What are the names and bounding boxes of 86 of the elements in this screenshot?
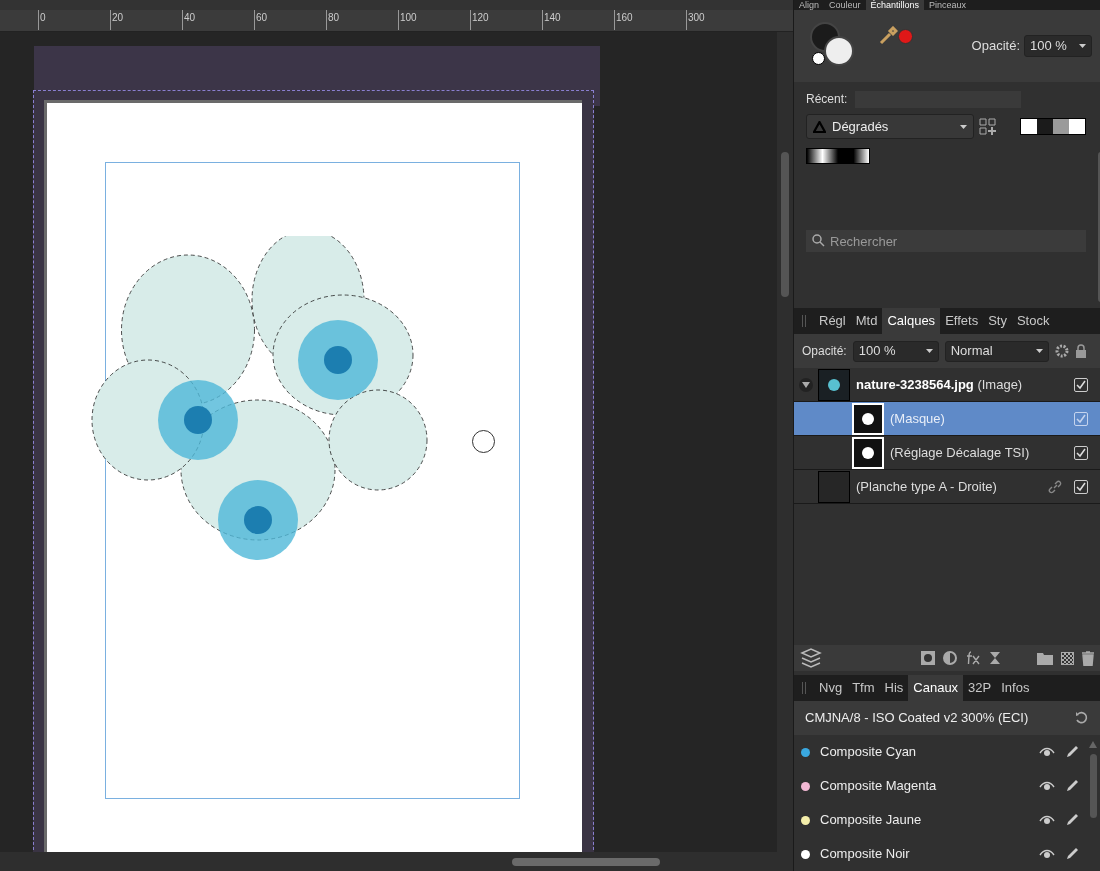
add-palette-icon[interactable] [979, 118, 996, 135]
ruler-label: 100 [398, 10, 470, 30]
ruler-label: 60 [254, 10, 326, 30]
ruler-label: 40 [182, 10, 254, 30]
recent-label: Récent: [806, 91, 848, 108]
ruler-label: 20 [110, 10, 182, 30]
channel-name: Composite Jaune [820, 811, 923, 830]
image-thumbnail [818, 368, 850, 401]
ruler-label: 80 [326, 10, 398, 30]
caret-icon [1035, 349, 1043, 353]
pencil-icon[interactable] [1065, 779, 1079, 793]
panel-tab[interactable]: Échantillons [865, 0, 925, 10]
visibility-checkbox[interactable] [1074, 445, 1088, 460]
mask-thumbnail [852, 402, 884, 435]
caret-icon [1079, 44, 1086, 48]
panel-tab[interactable]: Sty [983, 308, 1012, 334]
eyedropper-icon[interactable] [878, 26, 898, 46]
triangle-icon [813, 120, 826, 133]
visibility-checkbox[interactable] [1074, 411, 1088, 426]
artboard-thumbnail [818, 470, 850, 503]
caret-icon [960, 124, 967, 129]
layer-name: (Masque) [890, 409, 946, 428]
gradient-swatches[interactable] [806, 148, 870, 164]
ruler-label: 140 [542, 10, 614, 30]
layer-name: nature-3238564.jpg (Image) [856, 375, 1024, 394]
panel-tab[interactable]: Stock [1011, 308, 1055, 334]
panel-tab[interactable]: Canaux [908, 675, 964, 701]
panel-tab[interactable]: Tfm [847, 675, 880, 701]
ruler-label: 300 [686, 10, 758, 30]
channel-name: Composite Noir [820, 845, 911, 864]
eye-icon[interactable] [1039, 849, 1055, 859]
ruler-label: 0 [38, 10, 110, 30]
panel-tab[interactable]: Pinceaux [924, 0, 972, 10]
panel-tab[interactable]: Calques [882, 308, 941, 334]
trash-icon[interactable] [1082, 650, 1094, 666]
lock-icon[interactable] [1074, 344, 1087, 358]
layer-row[interactable]: (Planche type A - Droite) [794, 470, 1100, 504]
color-profile-label: CMJNA/8 - ISO Coated v2 300% (ECI) [805, 709, 1030, 728]
checker-icon[interactable] [1061, 651, 1074, 665]
refresh-icon[interactable] [1075, 711, 1089, 725]
opacity-dropdown[interactable]: 100 % [852, 340, 939, 362]
settings-icon[interactable] [1054, 344, 1069, 358]
layer-name: (Réglage Décalage TSI) [890, 443, 1031, 462]
pencil-icon[interactable] [1065, 847, 1079, 861]
visibility-checkbox[interactable] [1074, 377, 1088, 392]
layer-row[interactable]: nature-3238564.jpg (Image) [794, 368, 1100, 402]
adjustment-icon[interactable] [943, 651, 957, 665]
ruler-label: 160 [614, 10, 686, 30]
folder-icon[interactable] [1037, 651, 1053, 665]
channel-name: Composite Magenta [820, 777, 938, 796]
panel-tab[interactable]: Nvg [814, 675, 848, 701]
panel-tab[interactable]: Régl [814, 308, 851, 334]
channel-name: Composite Cyan [820, 743, 918, 762]
blend-mode-dropdown[interactable]: Normal [944, 340, 1049, 362]
hourglass-icon[interactable] [989, 651, 1001, 665]
caret-icon [925, 349, 933, 353]
panel-tab[interactable]: 32P [963, 675, 997, 701]
visibility-checkbox[interactable] [1074, 479, 1088, 494]
expand-toggle-icon[interactable] [799, 377, 813, 392]
layer-name: (Planche type A - Droite) [856, 477, 998, 496]
ruler-label: 120 [470, 10, 542, 30]
swatch-strip[interactable] [1020, 118, 1086, 135]
swatch-category-dropdown[interactable]: Dégradés [806, 114, 974, 139]
panel-tab[interactable]: Couleur [824, 0, 866, 10]
panel-tab[interactable]: Effets [940, 308, 984, 334]
fx-icon[interactable] [965, 651, 981, 665]
search-field[interactable]: Rechercher [806, 230, 1086, 252]
panel-tab[interactable]: Align [794, 0, 824, 10]
opacity-label: Opacité: [971, 37, 1020, 56]
mask-icon[interactable] [921, 651, 935, 665]
opacity-dropdown[interactable]: 100 % [1024, 35, 1092, 57]
layers-stack-icon[interactable] [800, 648, 822, 668]
grip-icon[interactable] [802, 315, 806, 327]
mask-thumbnail [852, 436, 884, 469]
pencil-icon[interactable] [1065, 745, 1079, 759]
panel-tab[interactable]: Mtd [850, 308, 883, 334]
opacity-label: Opacité: [802, 343, 847, 360]
panel-tab[interactable]: His [879, 675, 909, 701]
eye-icon[interactable] [1039, 747, 1055, 757]
grip-icon[interactable] [802, 682, 806, 694]
layer-row[interactable]: (Réglage Décalage TSI) [794, 436, 1100, 470]
eye-icon[interactable] [1039, 815, 1055, 825]
pencil-icon[interactable] [1065, 813, 1079, 827]
panel-tab[interactable]: Infos [996, 675, 1035, 701]
eye-icon[interactable] [1039, 781, 1055, 791]
search-icon [812, 234, 825, 247]
